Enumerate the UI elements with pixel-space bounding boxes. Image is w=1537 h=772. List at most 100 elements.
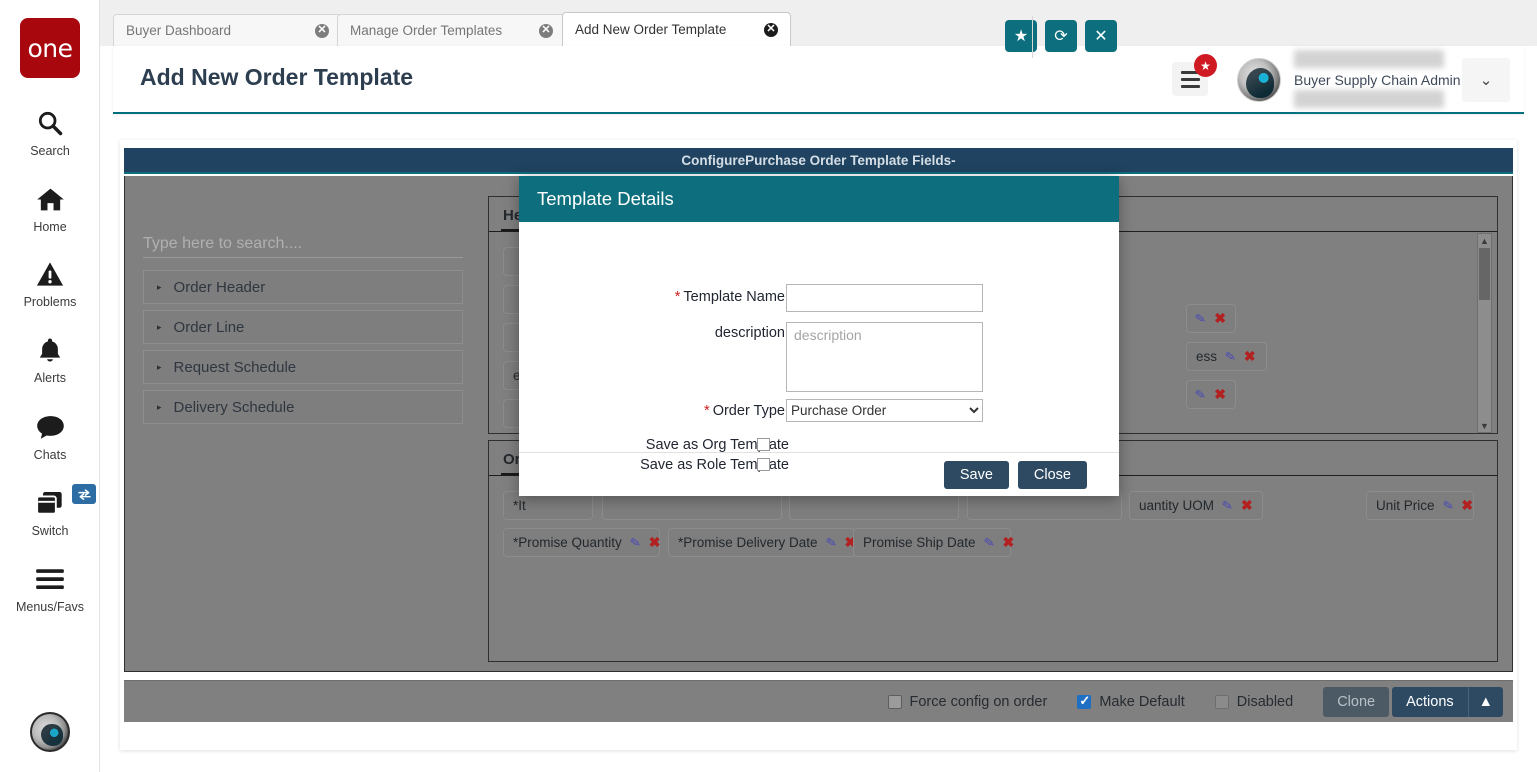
checkbox-box[interactable] — [1077, 693, 1092, 709]
checkbox-disabled[interactable]: Disabled — [1214, 693, 1294, 710]
chip-label: Unit Price — [1376, 498, 1435, 513]
line-field-chip[interactable]: Promise Ship Date ✎ ✖ — [853, 528, 1014, 557]
description-textarea[interactable] — [786, 322, 983, 392]
tab-manage-order-templates[interactable]: Manage Order Templates ✕ — [337, 14, 566, 46]
edit-pencil-icon[interactable]: ✎ — [1441, 497, 1455, 515]
scroll-up-arrow-icon[interactable]: ▲ — [1478, 234, 1491, 247]
tab-close-icon[interactable]: ✕ — [315, 23, 329, 38]
refresh-button[interactable]: ⟳ — [1045, 20, 1077, 52]
line-field-chip[interactable]: *Promise Delivery Date ✎ ✖ — [668, 528, 856, 557]
sidebar-item-chats[interactable]: Chats — [0, 408, 100, 462]
edit-pencil-icon[interactable]: ✎ — [1194, 386, 1208, 404]
chip-label: uantity UOM — [1139, 498, 1215, 513]
remove-x-icon[interactable]: ✖ — [1461, 497, 1473, 514]
header-field-chip-partial[interactable]: ✎ ✖ — [1186, 380, 1236, 409]
checkbox-force-config-on-order[interactable]: Force config on order — [887, 694, 1047, 710]
edit-pencil-icon[interactable]: ✎ — [1194, 310, 1208, 328]
rail-user-avatar[interactable] — [30, 712, 70, 752]
accordion-request-schedule[interactable]: ▸ Request Schedule — [143, 350, 463, 384]
chevron-right-icon: ▸ — [157, 401, 162, 412]
edit-pencil-icon[interactable]: ✎ — [1221, 497, 1235, 515]
checkbox-box[interactable] — [1214, 694, 1229, 709]
order-type-label: * Order Type: — [599, 403, 789, 419]
scroll-down-arrow-icon[interactable]: ▼ — [1478, 419, 1491, 432]
chip-label: *It — [513, 498, 526, 513]
sidebar-label-alerts: Alerts — [34, 371, 66, 385]
sidebar-label-problems: Problems — [23, 295, 77, 309]
close-dialog-button[interactable]: Close — [1017, 460, 1087, 489]
edit-pencil-icon[interactable]: ✎ — [1224, 348, 1238, 366]
chat-bubble-icon — [36, 408, 65, 446]
tab-buyer-dashboard[interactable]: Buyer Dashboard ✕ — [113, 14, 342, 46]
sidebar-item-alerts[interactable]: Alerts — [0, 331, 100, 385]
required-asterisk: * — [704, 403, 710, 419]
edit-pencil-icon[interactable]: ✎ — [982, 534, 996, 552]
close-icon: ✕ — [1094, 28, 1108, 45]
configure-title: ConfigurePurchase Order Template Fields- — [681, 152, 956, 168]
hamburger-icon — [35, 560, 65, 598]
browser-tab-strip: Buyer Dashboard ✕ Manage Order Templates… — [100, 0, 1537, 46]
warning-triangle-icon — [36, 255, 64, 293]
accordion-label: Order Line — [173, 318, 245, 336]
header-field-chip-partial[interactable]: ess ✎ ✖ — [1186, 342, 1267, 371]
actions-button[interactable]: Actions — [1392, 686, 1468, 717]
accordion-order-header[interactable]: ▸ Order Header — [143, 270, 463, 304]
dialog-title: Template Details — [537, 188, 674, 209]
line-field-chip[interactable]: Unit Price ✎ ✖ — [1366, 491, 1474, 520]
card-footer-bar: Force config on order Make Default Disab… — [124, 680, 1513, 722]
close-page-button[interactable]: ✕ — [1085, 20, 1117, 52]
remove-x-icon[interactable]: ✖ — [1241, 497, 1253, 514]
sidebar-label-search: Search — [30, 144, 70, 158]
label-text: description: — [714, 325, 789, 341]
sidebar-item-menus-favs[interactable]: Menus/Favs — [0, 560, 100, 614]
save-button[interactable]: Save — [943, 460, 1009, 489]
remove-x-icon[interactable]: ✖ — [1214, 310, 1226, 327]
checkbox-box[interactable] — [887, 694, 902, 709]
sidebar-item-search[interactable]: Search — [0, 104, 100, 158]
star-icon: ★ — [1013, 28, 1029, 45]
dialog-header: Template Details — [519, 176, 1119, 222]
remove-x-icon[interactable]: ✖ — [1214, 386, 1226, 403]
app-logo-text: one — [27, 33, 73, 63]
remove-x-icon[interactable]: ✖ — [649, 534, 661, 551]
sidebar-item-home[interactable]: Home — [0, 180, 100, 234]
description-label: description: — [599, 325, 789, 341]
sidebar-label-chats: Chats — [33, 448, 67, 462]
page-title: Add New Order Template — [140, 64, 414, 90]
order-type-select[interactable]: Purchase Order — [786, 399, 983, 422]
checkbox-make-default[interactable]: Make Default — [1077, 693, 1185, 710]
remove-x-icon[interactable]: ✖ — [1002, 534, 1014, 551]
header-panel-scrollbar[interactable]: ▲ ▼ — [1477, 233, 1492, 433]
switch-toggle-badge[interactable] — [72, 484, 96, 504]
tab-close-icon[interactable]: ✕ — [539, 23, 553, 38]
app-logo[interactable]: one — [20, 18, 80, 78]
actions-caret-button[interactable]: ▲ — [1467, 686, 1503, 717]
accordion-label: Order Header — [173, 278, 266, 296]
edit-pencil-icon[interactable]: ✎ — [628, 534, 642, 552]
field-search-input[interactable] — [143, 230, 463, 258]
line-field-chip[interactable]: uantity UOM ✎ ✖ — [1129, 491, 1263, 520]
accordion-order-line[interactable]: ▸ Order Line — [143, 310, 463, 344]
template-name-input[interactable] — [786, 284, 983, 312]
windows-stack-icon — [36, 484, 64, 522]
hamburger-bar — [1180, 84, 1200, 88]
save-as-org-template-checkbox[interactable] — [757, 438, 770, 451]
tab-add-new-order-template[interactable]: Add New Order Template ✕ — [562, 12, 791, 46]
chevron-down-icon: ⌄ — [1479, 72, 1493, 89]
chip-label: *Promise Delivery Date — [678, 535, 818, 550]
scrollbar-thumb[interactable] — [1479, 248, 1490, 300]
header-field-chip-partial[interactable]: ✎ ✖ — [1186, 304, 1236, 333]
user-menu-caret-icon[interactable]: ⌄ — [1462, 58, 1510, 102]
tab-close-icon[interactable]: ✕ — [764, 22, 778, 37]
accordion-delivery-schedule[interactable]: ▸ Delivery Schedule — [143, 390, 463, 424]
remove-x-icon[interactable]: ✖ — [1244, 348, 1256, 365]
checkbox-label: Disabled — [1236, 693, 1294, 710]
clone-button[interactable]: Clone — [1323, 686, 1390, 717]
avatar[interactable] — [1237, 58, 1281, 102]
edit-pencil-icon[interactable]: ✎ — [824, 534, 838, 552]
line-field-chip[interactable]: *Promise Quantity ✎ ✖ — [503, 528, 660, 557]
sidebar-item-problems[interactable]: Problems — [0, 255, 100, 309]
required-asterisk: * — [674, 289, 681, 305]
masked-user-line-bottom — [1294, 90, 1444, 108]
favorites-badge[interactable]: ★ — [1194, 54, 1217, 77]
